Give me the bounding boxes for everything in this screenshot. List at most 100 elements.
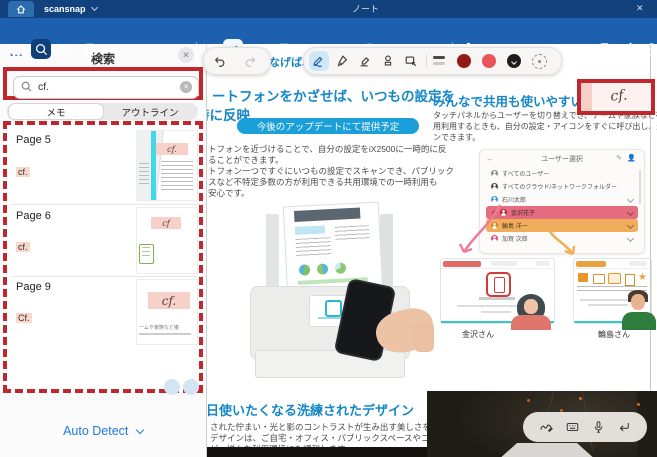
user-chip <box>576 260 606 267</box>
share-icon[interactable] <box>620 39 640 59</box>
shirt <box>511 315 551 330</box>
redo-icon[interactable] <box>241 51 261 71</box>
paper-chart <box>298 264 311 276</box>
face <box>631 294 645 310</box>
video-player[interactable] <box>427 391 657 457</box>
receipt-icon <box>625 274 635 286</box>
highlight-strip <box>581 83 592 111</box>
more-icon[interactable] <box>641 39 657 59</box>
paper-lines <box>334 225 370 241</box>
clear-icon[interactable]: ✕ <box>180 81 192 93</box>
navigator-panel-icon[interactable] <box>7 39 27 59</box>
search-icon[interactable] <box>31 39 51 59</box>
user-icon <box>491 170 498 177</box>
mini-topbar <box>574 259 651 269</box>
screenshot-select-icon[interactable] <box>401 51 421 71</box>
add-user-icon: 👤 <box>627 155 636 162</box>
tab-label: scansnap <box>44 4 86 14</box>
dictation-icon[interactable] <box>592 420 605 434</box>
return-key-icon[interactable] <box>617 420 631 434</box>
folder-icon <box>491 183 498 190</box>
undo-redo-pill <box>203 47 271 75</box>
berry <box>579 397 582 400</box>
search-input-value[interactable]: cf. <box>38 81 49 93</box>
section3-heading: 日使いたくなる洗練されたデザイン <box>206 403 415 418</box>
sidebar-close-button[interactable]: ✕ <box>178 47 194 63</box>
quick-menu-icon <box>578 273 588 282</box>
page-settings-icon[interactable] <box>79 39 99 59</box>
thumb-doc-icon <box>139 244 154 264</box>
section1-body-line: トフォン一つですぐにいつもの設定でスキャンでき、パブリック <box>208 166 454 176</box>
highlighter-icon[interactable] <box>355 51 375 71</box>
search-field[interactable]: cf. ✕ <box>13 76 199 99</box>
thumb-text-bar <box>139 333 191 335</box>
section3-body-line: デザインは、ご自宅・オフィス・パブリックスペースやコワーキ <box>210 433 456 443</box>
result-thumbnail: cf. ームや家族など複 <box>136 279 198 345</box>
search-result-page9[interactable]: Page 9 Cf. cf. ームや家族など複 <box>7 277 199 381</box>
section1-body-line: ることができます。 <box>208 155 284 165</box>
color-picker-icon[interactable] <box>532 54 547 69</box>
user-chip <box>443 260 481 267</box>
mini-topbar <box>441 259 554 269</box>
device-chip <box>491 261 517 266</box>
toolbar-divider <box>196 42 197 56</box>
section2-body-line: 用利用するときも、自分の設定・アイコンをすぐに呼び出し、迷わずス <box>433 122 657 131</box>
undo-icon[interactable] <box>209 51 229 71</box>
annotation-red-box: cf. <box>577 79 655 115</box>
tab-memo[interactable]: メモ <box>9 104 103 119</box>
annotation-search-box: cf. ✕ <box>3 67 203 100</box>
pen-options-pill <box>303 47 562 75</box>
thumb-cf-tag: cf. <box>148 292 190 309</box>
color-swatch-black[interactable] <box>507 54 521 68</box>
scribble-icon[interactable] <box>539 420 553 434</box>
thumb-lines <box>161 161 193 191</box>
folder-icon <box>593 274 605 284</box>
search-result-page6[interactable]: Page 6 cf. cf <box>7 205 199 275</box>
section2-heading: みんなで共用も使いやすい <box>433 95 584 109</box>
caption-left: 金沢さん <box>462 330 494 339</box>
phone-glyph <box>494 277 505 293</box>
topbar-icons <box>536 261 550 266</box>
tab-note[interactable]: ノート <box>352 0 379 18</box>
result-snippet: cf. <box>16 242 30 252</box>
thumb-lines <box>139 163 149 187</box>
result-thumbnail: cf <box>136 207 198 274</box>
add-page-icon[interactable] <box>594 39 614 59</box>
panel-scrollbar <box>639 170 641 204</box>
tab-close-icon[interactable]: ✕ <box>636 3 644 14</box>
result-page-label: Page 6 <box>16 210 51 222</box>
text-icon[interactable] <box>273 39 293 59</box>
result-thumbnail: cf. <box>136 130 198 201</box>
color-swatch-darkred[interactable] <box>457 54 471 68</box>
thumb-cf-tag: cf. <box>156 143 188 155</box>
pen-tool-icon[interactable] <box>309 51 329 71</box>
rotate-sparkle-icon[interactable] <box>55 39 75 59</box>
search-result-page5[interactable]: Page 5 cf. cf. <box>7 128 199 201</box>
scanner-photo <box>228 198 439 380</box>
touchscreen-icon <box>325 300 342 317</box>
tab-strip: scansnap ノート ✕ <box>0 0 657 18</box>
color-swatch-red[interactable] <box>482 54 496 68</box>
result-page-label: Page 9 <box>16 281 51 293</box>
result-page-label: Page 5 <box>16 134 51 146</box>
shirt <box>622 312 656 330</box>
stroke-thickness-icon[interactable] <box>433 56 445 66</box>
chevron-down-icon <box>135 425 145 435</box>
star-icon: ★ <box>638 272 647 283</box>
paper-accent <box>294 225 326 235</box>
result-snippet: Cf. <box>16 313 32 323</box>
home-button[interactable] <box>8 1 34 17</box>
fountain-pen-icon[interactable] <box>332 51 352 71</box>
annotation-results-box: Page 5 cf. cf. Page 6 cf. cf Page 9 Cf. … <box>3 121 205 395</box>
thumb-doc-lines <box>142 247 150 257</box>
section1-heading-line1: ートフォンをかざせば、いつもの設定を <box>212 89 455 104</box>
tab-scansnap[interactable]: scansnap <box>44 0 99 18</box>
paper-chart <box>316 263 329 275</box>
auto-detect-button[interactable]: Auto Detect <box>0 424 206 438</box>
stamp-icon[interactable] <box>378 51 398 71</box>
tab-outline[interactable]: アウトライン <box>103 104 197 119</box>
thumb-highlight-strip <box>151 131 156 200</box>
keyboard-icon[interactable] <box>565 420 580 434</box>
user-row-label: すべてのユーザー <box>502 172 550 178</box>
auto-detect-label: Auto Detect <box>63 424 129 438</box>
